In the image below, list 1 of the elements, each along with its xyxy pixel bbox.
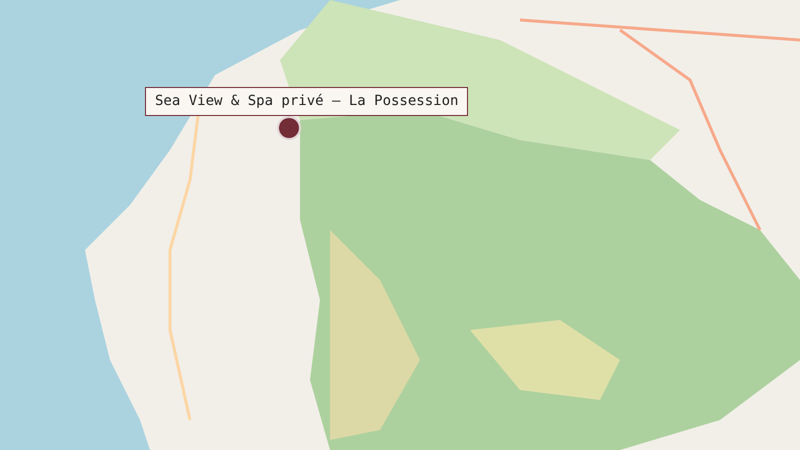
marker-label: Sea View & Spa privé — La Possession — [145, 87, 468, 116]
